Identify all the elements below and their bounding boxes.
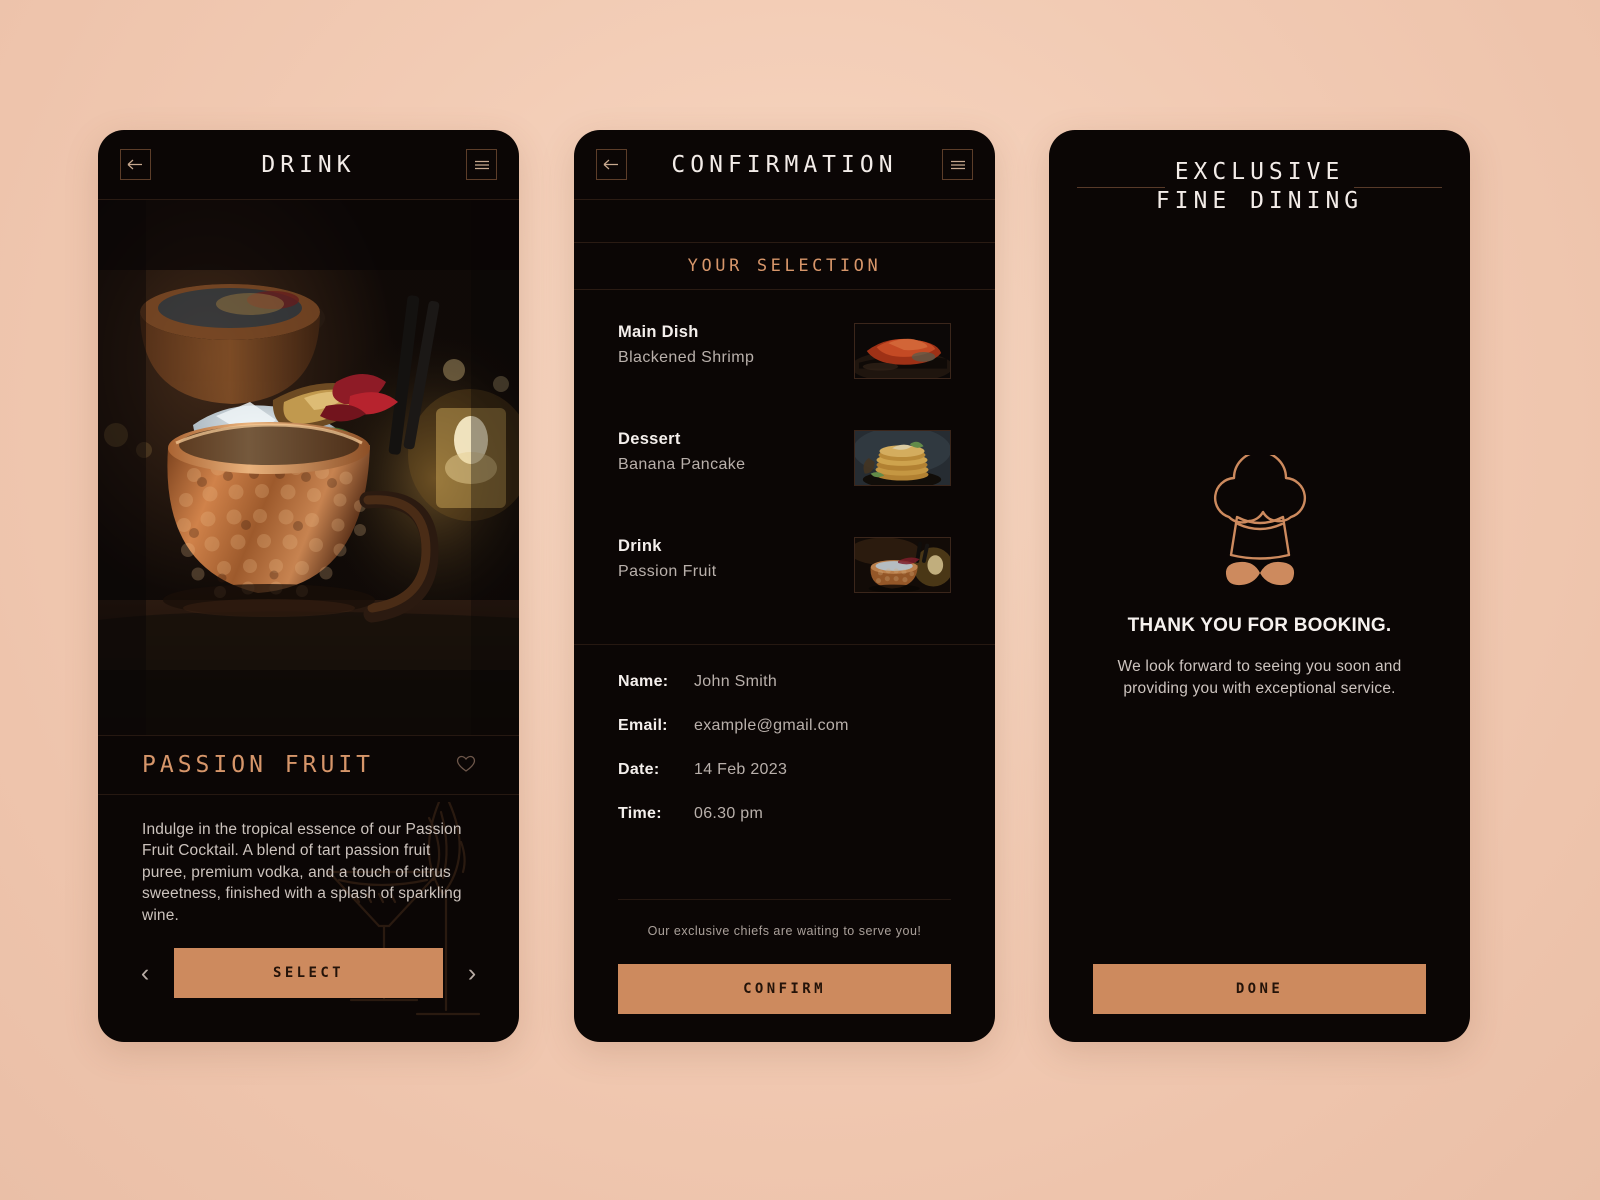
passion-fruit-drink-thumbnail	[854, 537, 951, 593]
brand-header: EXCLUSIVE FINE DINING	[1049, 130, 1470, 216]
detail-value: John Smith	[694, 673, 778, 690]
done-button[interactable]: DONE	[1093, 964, 1426, 1014]
hero-photo-illustration	[98, 200, 519, 735]
logo-wrap	[1049, 450, 1470, 594]
page-title: CONFIRMATION	[671, 151, 898, 178]
hamburger-menu-icon	[474, 159, 490, 171]
thank-you-block: THANK YOU FOR BOOKING. We look forward t…	[1089, 615, 1430, 699]
selection-list: Main Dish Blackened Shrimp Dessert Banan…	[574, 290, 995, 593]
banana-pancake-thumbnail	[854, 430, 951, 486]
blackened-shrimp-thumbnail	[854, 323, 951, 379]
selection-value: Banana Pancake	[618, 456, 746, 473]
brand-line-2: FINE DINING	[1155, 187, 1364, 214]
detail-key: Name:	[618, 673, 669, 690]
selection-label: Drink	[618, 537, 662, 555]
thank-you-subtitle: We look forward to seeing you soon and p…	[1117, 658, 1402, 697]
selection-value: Blackened Shrimp	[618, 349, 755, 366]
thank-you-title: THANK YOU FOR BOOKING.	[1127, 615, 1392, 636]
detail-value: example@gmail.com	[694, 717, 849, 734]
section-heading: YOUR SELECTION	[574, 242, 995, 290]
phone-screen-confirmation: CONFIRMATION YOUR SELECTION Main Dish Bl…	[574, 130, 995, 1042]
item-name: PASSION FRUIT	[142, 752, 375, 778]
selection-value: Passion Fruit	[618, 563, 717, 580]
menu-button[interactable]	[466, 149, 497, 180]
confirmation-topbar: CONFIRMATION	[574, 130, 995, 200]
detail-value: 14 Feb 2023	[694, 761, 788, 778]
heart-icon[interactable]	[455, 753, 477, 778]
back-button[interactable]	[120, 149, 151, 180]
selection-label: Dessert	[618, 430, 681, 448]
booking-details: Name: John Smith Email: example@gmail.co…	[574, 644, 995, 823]
brand-line-1: EXCLUSIVE	[1174, 159, 1345, 185]
back-button[interactable]	[596, 149, 627, 180]
select-button[interactable]: SELECT	[174, 948, 443, 998]
detail-row-time: Time: 06.30 pm	[618, 805, 951, 823]
detail-value: 06.30 pm	[694, 805, 764, 822]
arrow-left-icon	[603, 158, 620, 171]
phone-screen-thank-you: EXCLUSIVE FINE DINING THANK YOU FOR BOOK…	[1049, 130, 1470, 1042]
detail-key: Time:	[618, 805, 662, 822]
page-title: DRINK	[261, 151, 356, 178]
chevron-left-icon[interactable]: ‹	[130, 960, 160, 986]
detail-row-email: Email: example@gmail.com	[618, 717, 951, 735]
chef-hat-mustache-icon	[1192, 450, 1328, 594]
arrow-left-icon	[127, 158, 144, 171]
list-item[interactable]: Main Dish Blackened Shrimp	[618, 323, 951, 379]
selection-label: Main Dish	[618, 323, 699, 341]
list-item[interactable]: Dessert Banana Pancake	[618, 430, 951, 486]
confirm-button-wrap: CONFIRM	[618, 964, 951, 1014]
item-description: Indulge in the tropical essence of our P…	[142, 821, 462, 924]
drink-bottom-nav: ‹ SELECT ›	[98, 932, 519, 1042]
item-title-row: PASSION FRUIT	[98, 735, 519, 795]
detail-key: Email:	[618, 717, 668, 734]
drink-hero-image	[98, 200, 519, 735]
hamburger-menu-icon	[950, 159, 966, 171]
done-button-wrap: DONE	[1093, 964, 1426, 1014]
footer-note: Our exclusive chiefs are waiting to serv…	[618, 899, 951, 938]
detail-row-name: Name: John Smith	[618, 673, 951, 691]
menu-button[interactable]	[942, 149, 973, 180]
drink-topbar: DRINK	[98, 130, 519, 200]
detail-row-date: Date: 14 Feb 2023	[618, 761, 951, 779]
list-item[interactable]: Drink Passion Fruit	[618, 537, 951, 593]
screenshot-canvas: DRINK PASSION FRUIT Indulge in the tropi…	[0, 0, 1600, 1200]
chevron-right-icon[interactable]: ›	[457, 960, 487, 986]
confirm-button[interactable]: CONFIRM	[618, 964, 951, 1014]
detail-key: Date:	[618, 761, 660, 778]
phone-screen-drink: DRINK PASSION FRUIT Indulge in the tropi…	[98, 130, 519, 1042]
